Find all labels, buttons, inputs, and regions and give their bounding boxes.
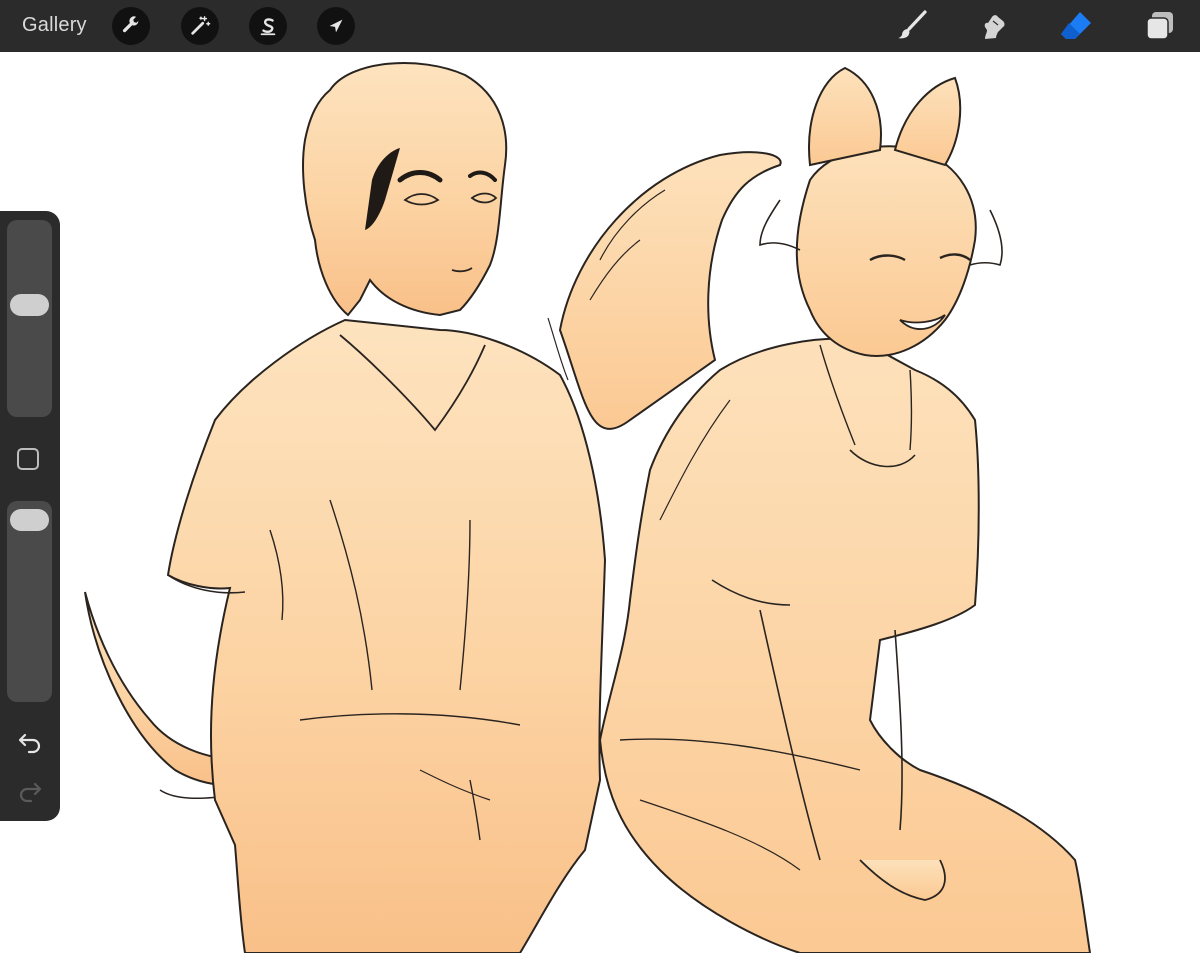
top-toolbar: Gallery [0,0,1200,52]
brush-size-thumb[interactable] [10,293,49,316]
selection-s-icon[interactable] [249,7,287,45]
opacity-thumb[interactable] [10,509,49,532]
smudge-icon[interactable] [976,8,1012,44]
modify-button[interactable] [17,448,39,470]
right-ear-right [893,76,962,167]
left-body [166,318,607,954]
brush-size-slider[interactable] [7,220,52,417]
brush-icon[interactable] [894,8,930,44]
transform-arrow-icon[interactable] [317,7,355,45]
right-ear-left [808,66,882,167]
left-head [302,62,508,317]
actions-wrench-icon[interactable] [112,7,150,45]
redo-icon[interactable] [16,777,44,805]
drawing-canvas[interactable] [0,52,1200,954]
artwork [84,62,1092,954]
opacity-slider[interactable] [7,501,52,702]
adjustments-wand-icon[interactable] [181,7,219,45]
sidebar [0,211,60,821]
right-head [795,145,977,357]
right-body [598,337,1092,954]
gallery-button[interactable]: Gallery [22,14,87,37]
layers-icon[interactable] [1142,8,1178,44]
eraser-icon[interactable] [1058,8,1094,44]
undo-icon[interactable] [16,728,44,756]
